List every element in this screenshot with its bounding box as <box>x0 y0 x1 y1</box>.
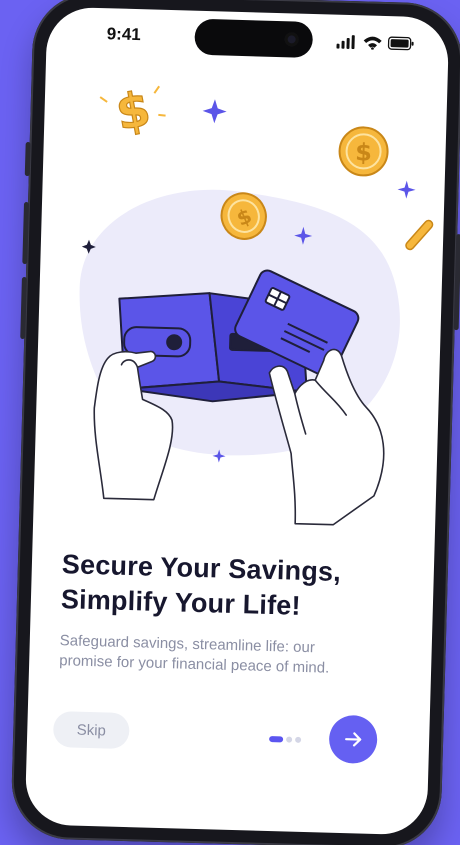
background: 9:41 $ $ $ Secure Your Savings, Simplify… <box>0 0 460 845</box>
page-dot-active <box>269 736 284 743</box>
wallet-illustration: $ $ $ <box>79 80 434 526</box>
power-button <box>453 234 460 331</box>
phone-frame: 9:41 $ $ $ Secure Your Savings, Simplify… <box>10 0 460 845</box>
sparkle-icon <box>202 99 227 124</box>
camera-lens <box>284 32 299 47</box>
dynamic-island <box>194 18 314 58</box>
status-bar: 9:41 <box>46 7 449 68</box>
sparkle-icon <box>397 180 416 199</box>
status-time: 9:41 <box>106 24 142 45</box>
page-indicator <box>269 736 309 745</box>
next-button[interactable] <box>328 714 378 765</box>
volume-up-button <box>22 201 30 265</box>
skip-button[interactable]: Skip <box>52 710 130 750</box>
arrow-right-icon <box>345 732 362 747</box>
svg-text:$: $ <box>355 138 372 166</box>
wifi-icon <box>363 36 382 51</box>
onboarding-headline: Secure Your Savings, Simplify Your Life! <box>60 547 412 627</box>
coin-edge-icon <box>405 219 434 251</box>
coin-icon: $ <box>338 126 389 177</box>
battery-icon <box>387 36 414 51</box>
status-icons <box>336 35 414 51</box>
volume-down-button <box>20 276 27 340</box>
dollar-coin-icon: $ <box>99 80 166 142</box>
mute-switch <box>24 141 31 177</box>
page-dot <box>295 736 302 743</box>
app-screen: 9:41 $ $ $ Secure Your Savings, Simplify… <box>24 6 450 836</box>
signal-icon <box>336 35 355 50</box>
svg-text:$: $ <box>112 81 155 142</box>
onboarding-description: Safeguard savings, streamline life: our … <box>59 631 380 680</box>
page-dot <box>286 736 293 743</box>
